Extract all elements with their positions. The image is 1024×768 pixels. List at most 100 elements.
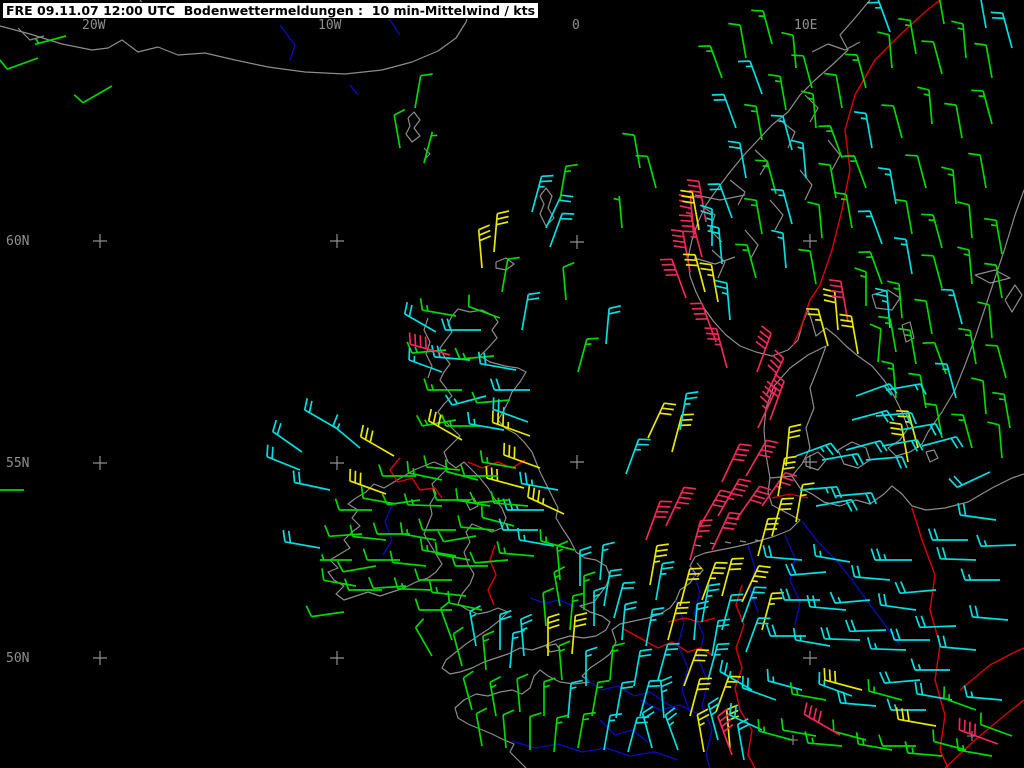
lon-label: 20W: [82, 18, 106, 33]
wind-barb: [889, 628, 930, 641]
wind-barb: [771, 497, 794, 537]
wind-barb: [914, 298, 933, 335]
wind-barb: [957, 502, 997, 521]
wind-barb: [577, 337, 599, 373]
wind-barb: [741, 675, 777, 701]
wind-barb: [822, 288, 839, 331]
wind-barb: [711, 618, 731, 657]
wind-barb: [493, 210, 510, 253]
wind-barb: [711, 511, 742, 551]
graticule-cross: [570, 235, 584, 249]
wind-barb: [936, 635, 977, 651]
wind-barb: [850, 565, 891, 581]
wind-barb: [898, 17, 917, 55]
coastline-layer-path: [1004, 284, 1023, 313]
wind-barb: [886, 698, 926, 711]
wind-barb: [349, 524, 387, 541]
graticule-cross: [803, 651, 817, 665]
wind-barb: [454, 347, 495, 360]
wind-barb-layer: [0, 0, 1017, 761]
wind-barb: [496, 541, 535, 557]
wind-barb: [757, 719, 793, 741]
wind-barb: [519, 471, 559, 491]
wind-barb: [479, 450, 517, 469]
wind-barb: [418, 518, 456, 531]
coastline-layer-path: [769, 199, 784, 231]
wind-barb: [737, 60, 763, 95]
wind-barb: [735, 243, 757, 279]
wind-barb: [940, 288, 963, 325]
wind-barb: [475, 707, 488, 747]
wind-barb: [941, 166, 957, 205]
map-canvas: 20W 10W 0 10E 60N 55N 50N: [0, 0, 1024, 768]
wind-barb: [717, 478, 752, 517]
wind-barb: [303, 398, 337, 429]
wind-barb: [689, 302, 717, 343]
wind-barb: [957, 246, 973, 285]
wind-barb: [893, 236, 913, 275]
wind-barb: [751, 9, 773, 45]
wind-barb: [457, 515, 495, 531]
border-layer-path: [487, 544, 497, 606]
wind-barb: [904, 741, 943, 757]
coastline-layer-path: [925, 449, 939, 463]
wind-barb: [603, 712, 623, 751]
wind-barb: [659, 258, 687, 299]
river-layer: [279, 4, 901, 768]
river-layer-path: [784, 534, 801, 626]
wind-barb: [812, 543, 851, 563]
wind-barb: [485, 466, 525, 489]
wind-barb: [766, 668, 803, 691]
wind-barb: [414, 73, 433, 109]
wind-barb: [599, 541, 615, 581]
coastline-layer-path: [729, 179, 746, 206]
wind-barb: [362, 548, 400, 561]
wind-barb: [489, 378, 530, 391]
wind-barb: [842, 155, 867, 189]
river-layer-path: [382, 504, 393, 556]
border-layer-path: [667, 617, 716, 623]
wind-barb: [641, 705, 655, 749]
wind-barb: [836, 691, 877, 707]
coastline-layer-path: [696, 562, 704, 578]
wind-barb: [0, 489, 24, 491]
wind-barb: [765, 624, 806, 637]
wind-barb: [725, 704, 740, 749]
wind-barb: [389, 550, 427, 567]
river-layer-path: [529, 597, 576, 608]
wind-barb: [921, 213, 943, 249]
wind-barb: [73, 85, 113, 104]
wind-barb: [980, 0, 987, 29]
wind-barb: [393, 108, 406, 149]
wind-barb: [399, 522, 437, 541]
wind-barb: [655, 561, 675, 601]
wind-barb: [437, 530, 477, 543]
wind-barb: [292, 470, 331, 491]
river-layer-path: [584, 678, 679, 711]
coastline-layer-path: [539, 187, 555, 227]
wind-barb: [439, 600, 453, 641]
wind-barb: [657, 642, 680, 681]
wind-barb: [707, 224, 723, 265]
coastline-layer-path: [687, 0, 1024, 457]
wind-barb: [462, 670, 474, 711]
wind-barb: [324, 524, 363, 538]
wind-barb: [867, 0, 891, 33]
wind-barb: [664, 707, 679, 751]
lon-label: 0: [572, 18, 580, 33]
river-layer-path: [279, 24, 296, 61]
wind-barb: [360, 486, 397, 505]
wind-barb: [948, 471, 991, 489]
wind-barb: [745, 617, 771, 653]
wind-barb: [799, 485, 843, 499]
wind-barb: [823, 668, 863, 691]
wind-barb: [744, 103, 763, 141]
wind-barb: [647, 402, 677, 439]
wind-barb: [689, 677, 712, 717]
wind-barb: [625, 438, 651, 475]
river-layer-path: [675, 599, 691, 713]
wind-barb: [960, 568, 1000, 581]
wind-barb: [881, 104, 903, 139]
wind-barb: [562, 261, 575, 301]
wind-barb: [917, 86, 933, 125]
